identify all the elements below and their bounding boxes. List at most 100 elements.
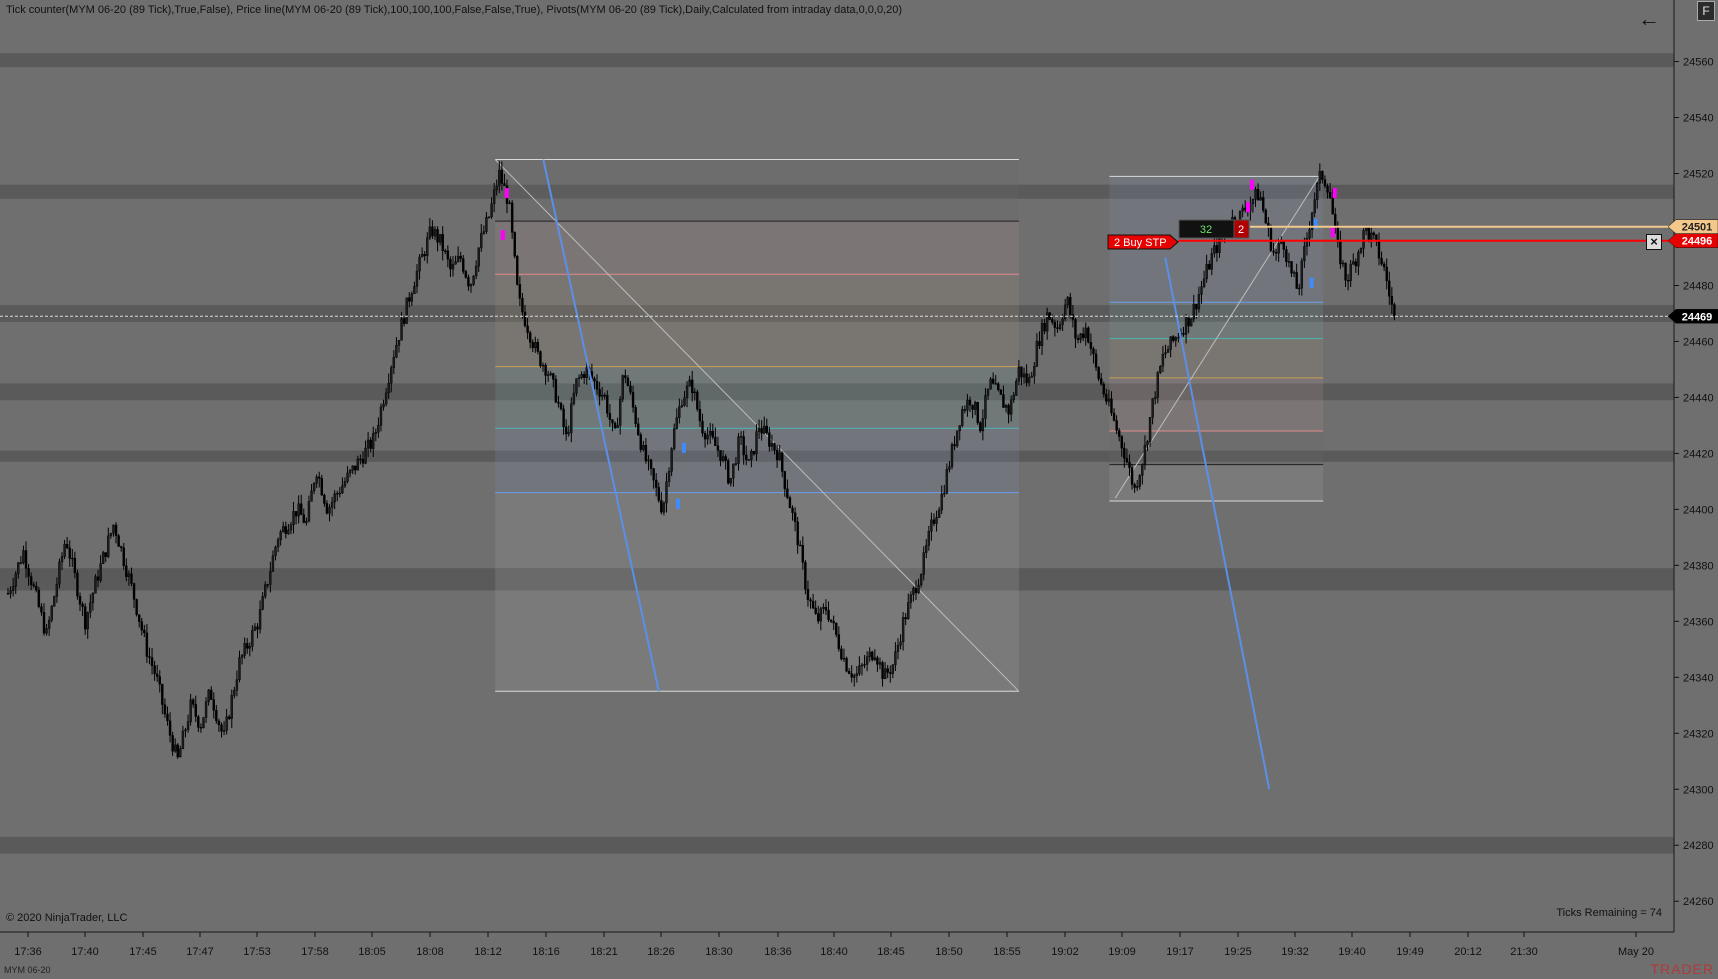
time-tick-label: 17:47	[186, 946, 214, 958]
candle-body	[433, 229, 437, 237]
candle-body	[405, 297, 408, 324]
candle-body	[125, 565, 128, 577]
candle-body	[1390, 295, 1394, 305]
candle-body	[986, 388, 990, 396]
candle-body	[791, 507, 794, 513]
candle-body	[446, 250, 450, 260]
candle-body	[1205, 264, 1208, 280]
candle-body	[11, 586, 15, 591]
candle-body	[598, 389, 601, 397]
candle-body	[793, 512, 797, 522]
candle-body	[817, 613, 820, 622]
candle-body	[235, 679, 239, 691]
candle-body	[6, 593, 10, 595]
candle-body	[1382, 263, 1386, 268]
candle-body	[238, 657, 241, 680]
candle-body	[991, 378, 995, 384]
price-chart[interactable]: 2456024540245202450024480244602444024420…	[0, 0, 1718, 979]
candle-body	[1388, 280, 1391, 297]
candle-body	[876, 657, 879, 665]
candle-body	[1053, 321, 1057, 328]
time-tick-label: 17:40	[71, 946, 99, 958]
candle-body	[428, 226, 432, 239]
candle-body	[1117, 430, 1121, 437]
candle-body	[284, 526, 287, 535]
candle-body	[1259, 197, 1262, 201]
candle-body	[953, 444, 956, 447]
candle-body	[773, 443, 776, 451]
candle-body	[217, 720, 221, 725]
candle-body	[544, 364, 547, 376]
f-button[interactable]: F	[1697, 1, 1715, 21]
candle-body	[1169, 336, 1172, 350]
candle-body	[981, 418, 985, 432]
trade-marker	[1309, 277, 1314, 288]
candle-body	[1056, 327, 1059, 330]
candle-body	[163, 704, 167, 715]
candle-body	[757, 427, 761, 432]
candle-body	[814, 607, 817, 614]
candle-body	[1300, 260, 1304, 289]
candle-body	[374, 432, 378, 434]
candle-body	[1290, 261, 1293, 274]
price-axis[interactable]	[1674, 0, 1718, 979]
time-tick-label: 18:55	[993, 946, 1021, 958]
candle-body	[642, 445, 645, 450]
price-tick-label: 24260	[1683, 896, 1714, 908]
candle-body	[312, 483, 316, 492]
candle-body	[114, 524, 118, 536]
candle-body	[1346, 280, 1350, 282]
candle-body	[1251, 199, 1255, 205]
candle-body	[1318, 171, 1322, 184]
arrow-left-icon[interactable]: ←	[1636, 8, 1662, 30]
candle-body	[96, 576, 100, 581]
buy-stop-order-tag[interactable]: 2 Buy STP	[1107, 234, 1179, 250]
order-pnl-box[interactable]: 32 2	[1178, 219, 1250, 239]
candle-body	[768, 432, 771, 447]
buy-stop-label: 2 Buy STP	[1114, 237, 1167, 249]
candle-body	[1375, 234, 1378, 241]
candle-body	[86, 612, 89, 630]
price-tick-label: 24540	[1683, 113, 1714, 125]
brand-logo: TRADER	[1650, 961, 1714, 977]
candle-body	[379, 406, 383, 426]
candle-body	[930, 519, 933, 532]
candle-body	[1015, 380, 1018, 396]
candle-body	[29, 576, 33, 585]
candle-body	[377, 424, 380, 433]
candle-body	[1020, 366, 1023, 378]
candle-body	[91, 593, 95, 604]
candle-body	[577, 377, 581, 379]
candle-body	[101, 552, 105, 564]
candle-body	[269, 571, 272, 585]
candle-body	[1004, 405, 1008, 408]
candle-body	[1341, 262, 1345, 265]
candle-body	[1012, 395, 1015, 401]
close-x-icon[interactable]: ×	[1646, 234, 1662, 250]
candle-body	[464, 271, 468, 278]
candle-body	[289, 524, 293, 531]
candle-body	[943, 492, 946, 495]
candle-body	[472, 275, 475, 285]
pivot-band	[0, 836, 1674, 854]
candle-body	[968, 399, 972, 406]
time-tick-label: 19:32	[1281, 946, 1309, 958]
candle-body	[1303, 246, 1306, 262]
price-tick-label: 24460	[1683, 336, 1714, 348]
pivot-band	[0, 53, 1674, 68]
candle-body	[683, 397, 686, 406]
candle-body	[1367, 227, 1370, 240]
candle-body	[94, 576, 97, 594]
candle-body	[76, 572, 79, 597]
candle-body	[559, 403, 563, 410]
candle-body	[181, 730, 185, 750]
candle-body	[168, 720, 172, 736]
candle-body	[1208, 264, 1211, 270]
time-tick-label: 17:36	[14, 946, 42, 958]
candle-body	[721, 456, 725, 461]
candle-body	[1166, 349, 1170, 353]
price-tick-label: 24400	[1683, 504, 1714, 516]
candle-body	[148, 656, 151, 658]
candle-body	[1308, 229, 1311, 239]
candle-body	[408, 297, 411, 302]
